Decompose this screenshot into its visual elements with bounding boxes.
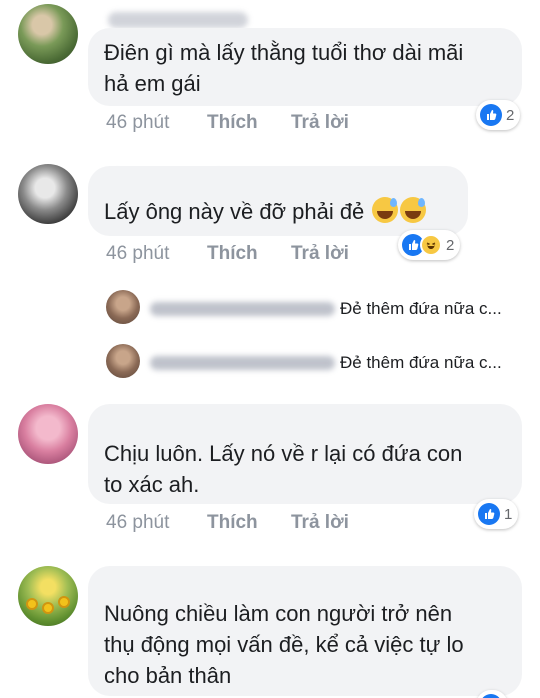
sweat-smile-emoji xyxy=(400,197,427,223)
comment-text: Điên gì mà lấy thằng tuổi thơ dài mãi hả… xyxy=(104,40,464,96)
avatar[interactable] xyxy=(106,344,140,378)
avatar[interactable] xyxy=(106,290,140,324)
reply-author-name[interactable] xyxy=(150,356,335,370)
avatar[interactable] xyxy=(18,404,78,464)
reply-preview[interactable]: Đẻ thêm đứa nữa c... xyxy=(340,353,502,373)
comment-bubble: Nuông chiều làm con người trở nên thụ độ… xyxy=(88,566,522,696)
comment-text: Lấy ông này về đỡ phải đẻ xyxy=(104,196,452,227)
like-link[interactable]: Thích xyxy=(207,243,258,265)
avatar[interactable] xyxy=(18,164,78,224)
comment-actions: 46 phút Thích Trả lời xyxy=(0,243,540,267)
avatar[interactable] xyxy=(18,566,78,626)
avatar[interactable] xyxy=(18,4,78,64)
timestamp[interactable]: 46 phút xyxy=(106,512,169,534)
reply-author-name[interactable] xyxy=(150,302,335,316)
timestamp[interactable]: 46 phút xyxy=(106,243,169,265)
sweat-smile-emoji xyxy=(372,197,399,223)
comment-actions: 46 phút Thích Trả lời xyxy=(0,112,540,136)
commenter-name[interactable] xyxy=(108,12,248,28)
comment-bubble: Điên gì mà lấy thằng tuổi thơ dài mãi hả… xyxy=(88,28,522,106)
reply-preview[interactable]: Đẻ thêm đứa nữa c... xyxy=(340,299,502,319)
thumbs-up-icon xyxy=(480,694,502,698)
comment-bubble: Chịu luôn. Lấy nó về r lại có đứa con to… xyxy=(88,404,522,504)
comment-text: Nuông chiều làm con người trở nên thụ độ… xyxy=(104,601,464,688)
reply-link[interactable]: Trả lời xyxy=(291,112,349,134)
reply-link[interactable]: Trả lời xyxy=(291,512,349,534)
like-link[interactable]: Thích xyxy=(207,512,258,534)
reply-link[interactable]: Trả lời xyxy=(291,243,349,265)
comment-text: Chịu luôn. Lấy nó về r lại có đứa con to… xyxy=(104,441,463,497)
comment-bubble: Lấy ông này về đỡ phải đẻ xyxy=(88,166,468,236)
timestamp[interactable]: 46 phút xyxy=(106,112,169,134)
comment-actions: 46 phút Thích Trả lời xyxy=(0,512,540,536)
like-link[interactable]: Thích xyxy=(207,112,258,134)
